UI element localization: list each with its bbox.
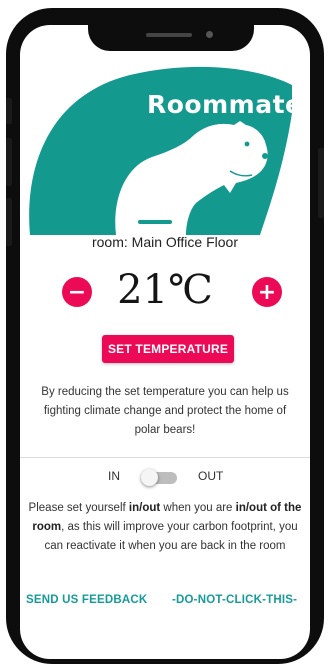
mute-button xyxy=(6,98,12,124)
presence-toggle-row: IN OUT xyxy=(20,465,310,491)
notice-text-3: , as this will improve your carbon footp… xyxy=(44,521,298,552)
notice-text-2: when you are xyxy=(160,502,236,514)
speaker-grille xyxy=(146,33,192,37)
app-screen: Roommate room: Main Office Floor − 21℃ +… xyxy=(20,25,310,659)
app-logo: Roommate xyxy=(147,90,303,119)
out-label: OUT xyxy=(198,469,224,483)
send-feedback-link[interactable]: SEND US FEEDBACK xyxy=(26,594,147,606)
climate-info-text: By reducing the set temperature you can … xyxy=(41,386,289,436)
volume-down-button xyxy=(6,198,12,246)
presence-toggle[interactable] xyxy=(141,469,177,486)
room-label: room: Main Office Floor xyxy=(91,234,238,250)
notice-bold-1: in/out xyxy=(128,502,161,514)
front-camera xyxy=(206,31,213,38)
in-label: IN xyxy=(108,469,120,483)
presence-notice: Please set yourself in/out when you are … xyxy=(28,499,302,556)
do-not-click-link[interactable]: -DO-NOT-CLICK-THIS- xyxy=(172,594,297,606)
polar-bear-illustration xyxy=(29,66,292,235)
increase-temperature-button[interactable]: + xyxy=(252,277,282,307)
volume-up-button xyxy=(6,138,12,186)
temperature-control: − 21℃ + xyxy=(20,265,310,317)
power-button xyxy=(318,148,324,218)
toggle-thumb xyxy=(141,469,158,486)
set-temperature-button[interactable]: SET TEMPERATURE xyxy=(102,335,234,363)
temperature-value: 21℃ xyxy=(117,267,213,313)
plus-icon: + xyxy=(257,279,277,305)
notice-text-1: Please set yourself xyxy=(28,502,129,514)
hero-banner: Roommate xyxy=(20,25,310,235)
divider xyxy=(20,457,310,458)
